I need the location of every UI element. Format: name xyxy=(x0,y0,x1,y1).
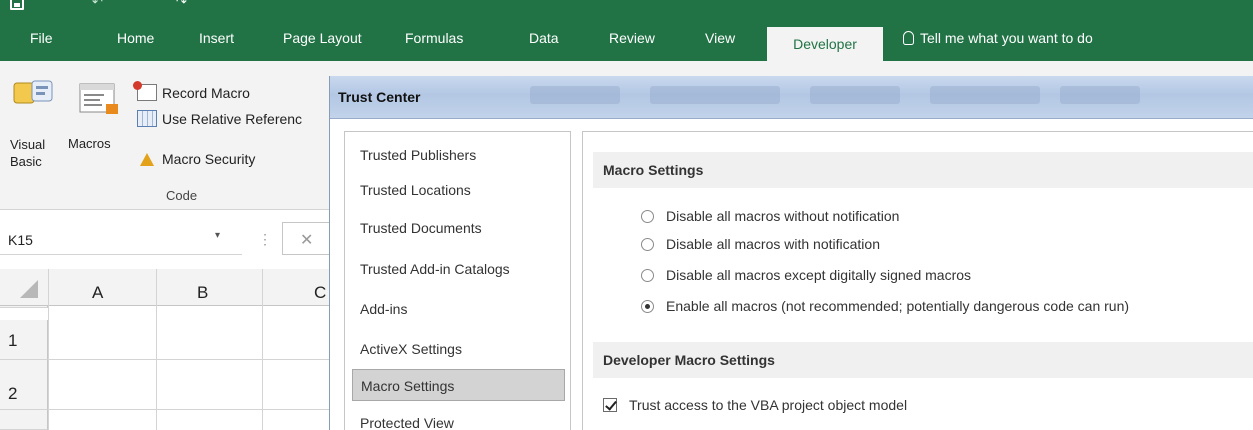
tab-home[interactable]: Home xyxy=(117,30,154,46)
column-header-b[interactable]: B xyxy=(197,283,208,303)
dialog-title: Trust Center xyxy=(338,89,421,105)
developer-macro-settings-heading: Developer Macro Settings xyxy=(593,342,1253,378)
visual-basic-label-1: Visual xyxy=(10,137,46,152)
redo-icon[interactable]: ↷ xyxy=(176,0,187,10)
row-header-spacer xyxy=(0,306,48,308)
visual-basic-label-2: Basic xyxy=(10,154,42,169)
ghost-ribbon-strip xyxy=(810,86,900,104)
checkbox-checked[interactable] xyxy=(603,398,617,412)
option-enable-all-macros[interactable]: Enable all macros (not recommended; pote… xyxy=(641,298,1129,314)
visual-basic-icon[interactable] xyxy=(12,79,56,109)
option-disable-except-signed[interactable]: Disable all macros except digitally sign… xyxy=(641,267,971,283)
grid-line xyxy=(48,409,340,410)
radio-button[interactable] xyxy=(641,209,654,223)
use-relative-references-button[interactable]: Use Relative Referenc xyxy=(137,110,302,127)
ghost-ribbon-strip xyxy=(930,86,1040,104)
trust-center-nav: Trusted Publishers Trusted Locations Tru… xyxy=(344,131,571,430)
tab-file[interactable]: File xyxy=(30,30,53,46)
use-relative-label: Use Relative Referenc xyxy=(162,110,303,127)
nav-macro-settings[interactable]: Macro Settings xyxy=(352,369,565,401)
column-header-a[interactable]: A xyxy=(92,283,103,303)
undo-icon[interactable]: ↶ xyxy=(92,0,103,10)
relative-references-icon xyxy=(137,110,157,127)
nav-protected-view[interactable]: Protected View xyxy=(352,407,565,430)
record-macro-icon xyxy=(133,81,157,101)
tell-me-search[interactable]: Tell me what you want to do xyxy=(903,30,1093,46)
macros-icon[interactable] xyxy=(78,82,122,118)
code-group-label: Code xyxy=(166,188,198,203)
tab-view[interactable]: View xyxy=(705,30,735,46)
nav-trusted-locations[interactable]: Trusted Locations xyxy=(352,174,565,206)
radio-button[interactable] xyxy=(641,268,654,282)
save-icon[interactable] xyxy=(10,0,24,10)
ghost-ribbon-strip xyxy=(530,86,620,104)
row-header-3[interactable] xyxy=(0,410,48,430)
cancel-icon[interactable]: ✕ xyxy=(300,230,313,250)
trust-center-dialog: Trust Center Trusted Publishers Trusted … xyxy=(329,76,1253,430)
record-macro-label: Record Macro xyxy=(162,84,250,101)
tell-me-text: Tell me what you want to do xyxy=(920,30,1093,46)
tab-formulas[interactable]: Formulas xyxy=(405,30,463,46)
macro-settings-heading: Macro Settings xyxy=(593,152,1253,188)
dialog-title-bar[interactable]: Trust Center xyxy=(330,76,1253,119)
row-number-1: 1 xyxy=(8,331,18,350)
radio-button[interactable] xyxy=(641,237,654,251)
trust-vba-label: Trust access to the VBA project object m… xyxy=(629,397,908,413)
select-all-icon[interactable] xyxy=(20,280,38,298)
visual-basic-button[interactable]: Visual Basic xyxy=(10,136,58,170)
nav-trusted-addin-catalogs[interactable]: Trusted Add-in Catalogs xyxy=(352,253,565,285)
grid-line xyxy=(48,269,49,430)
macros-button[interactable]: Macros xyxy=(68,136,111,151)
nav-trusted-publishers[interactable]: Trusted Publishers xyxy=(352,139,565,171)
row-header-2[interactable]: 2 xyxy=(0,360,48,410)
option-label: Disable all macros without notification xyxy=(666,208,900,224)
macro-security-label: Macro Security xyxy=(162,151,256,167)
name-box-value: K15 xyxy=(8,232,33,248)
row-number-2: 2 xyxy=(8,384,18,403)
tab-review[interactable]: Review xyxy=(609,30,655,46)
grid-line xyxy=(156,269,157,430)
tab-data[interactable]: Data xyxy=(529,30,559,46)
column-header-c[interactable]: C xyxy=(314,283,326,303)
ghost-ribbon-strip xyxy=(650,86,780,104)
nav-trusted-documents[interactable]: Trusted Documents xyxy=(352,212,565,244)
radio-button-selected[interactable] xyxy=(641,299,654,313)
option-disable-all-with-notification[interactable]: Disable all macros with notification xyxy=(641,236,880,252)
option-disable-all-no-notification[interactable]: Disable all macros without notification xyxy=(641,208,899,224)
nav-activex-settings[interactable]: ActiveX Settings xyxy=(352,333,565,365)
option-label: Disable all macros except digitally sign… xyxy=(666,267,972,283)
warning-icon xyxy=(140,152,154,166)
formula-bar-grip-icon: ⋮ xyxy=(258,231,272,247)
tab-insert[interactable]: Insert xyxy=(199,30,234,46)
option-label: Enable all macros (not recommended; pote… xyxy=(666,298,1130,314)
grid-line xyxy=(262,269,263,430)
ghost-ribbon-strip xyxy=(1060,86,1140,104)
record-macro-button[interactable]: Record Macro xyxy=(133,81,250,101)
option-label: Disable all macros with notification xyxy=(666,236,880,252)
chevron-down-icon[interactable]: ▾ xyxy=(215,230,220,241)
title-bar: ↶ ↷ xyxy=(0,0,1253,14)
trust-vba-access-checkbox[interactable]: Trust access to the VBA project object m… xyxy=(603,397,907,413)
tab-page-layout[interactable]: Page Layout xyxy=(283,30,362,46)
name-box[interactable]: K15 ▾ xyxy=(0,224,242,255)
grid-line xyxy=(48,359,340,360)
nav-add-ins[interactable]: Add-ins xyxy=(352,293,565,325)
lightbulb-icon xyxy=(903,31,914,45)
column-header-row xyxy=(0,269,340,306)
row-header-1[interactable]: 1 xyxy=(0,320,48,360)
macro-settings-panel: Macro Settings Disable all macros withou… xyxy=(582,131,1253,430)
macro-security-button[interactable]: Macro Security xyxy=(137,151,255,167)
tab-developer[interactable]: Developer xyxy=(767,27,883,61)
